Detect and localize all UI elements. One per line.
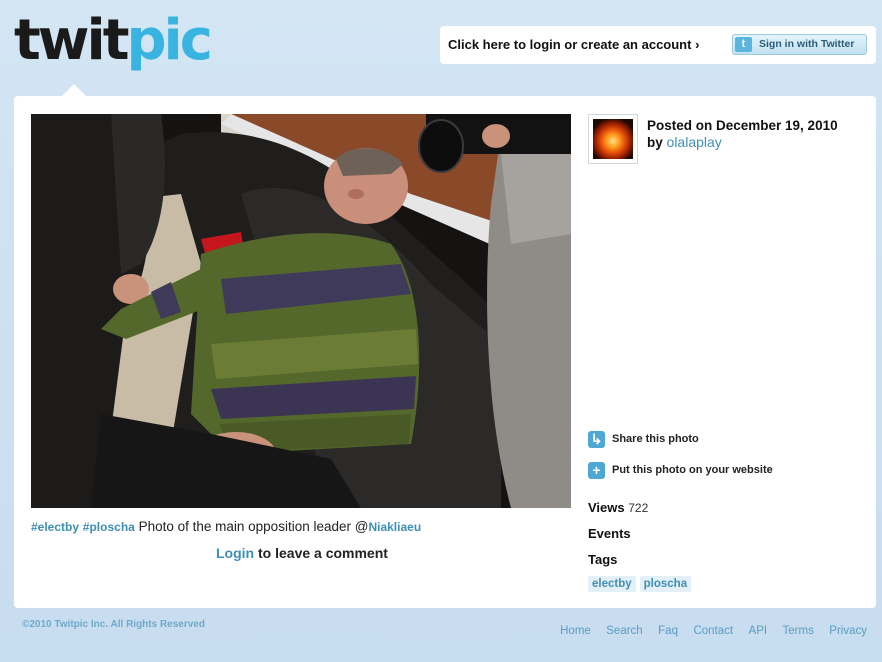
footer-link-faq[interactable]: Faq [658, 625, 678, 637]
main-photo[interactable] [31, 114, 571, 508]
footer-link-api[interactable]: API [749, 625, 768, 637]
avatar-image [593, 119, 633, 159]
comment-prompt: Login to leave a comment [216, 545, 388, 561]
footer-link-terms[interactable]: Terms [783, 625, 814, 637]
share-arrow-icon: ↳ [588, 431, 605, 448]
footer-link-privacy[interactable]: Privacy [829, 625, 867, 637]
twitpic-logo[interactable]: twitpic [14, 6, 224, 86]
posted-date: Posted on December 19, 2010 [647, 118, 838, 133]
tag-electby[interactable]: electby [588, 576, 636, 592]
tags-heading: Tags [588, 552, 618, 567]
post-meta: Posted on December 19, 2010 by olalaplay [647, 117, 838, 151]
embed-photo-label: Put this photo on your website [612, 464, 773, 476]
caption-mention-link[interactable]: Niakliaeu [368, 520, 421, 534]
caption-hashtag-electby[interactable]: #electby [31, 520, 79, 534]
logo-text-twit: twit [14, 8, 129, 73]
twitter-bird-icon: t [735, 37, 752, 52]
copyright-text: ©2010 Twitpic Inc. All Rights Reserved [22, 619, 205, 630]
caption-hashtag-ploscha[interactable]: #ploscha [83, 520, 135, 534]
footer-link-search[interactable]: Search [606, 625, 642, 637]
photo-caption: #electby #ploscha Photo of the main oppo… [31, 519, 421, 534]
by-label: by [647, 135, 663, 150]
logo-text-pic: pic [126, 8, 213, 73]
twitter-button-label: Sign in with Twitter [759, 38, 855, 50]
footer-nav: Home Search Faq Contact API Terms Privac… [549, 621, 867, 639]
caption-text: Photo of the main opposition leader @ [138, 519, 369, 534]
sign-in-with-twitter-button[interactable]: t Sign in with Twitter [732, 34, 867, 55]
events-heading: Events [588, 526, 631, 541]
views-count: 722 [628, 501, 649, 515]
views-label: Views [588, 500, 625, 515]
footer-link-contact[interactable]: Contact [693, 625, 733, 637]
tag-list: electby ploscha [588, 574, 695, 592]
user-avatar[interactable] [588, 114, 638, 164]
share-photo-label: Share this photo [612, 433, 699, 445]
tag-ploscha[interactable]: ploscha [639, 576, 692, 592]
main-panel: #electby #ploscha Photo of the main oppo… [14, 96, 876, 608]
login-create-account-link[interactable]: Click here to login or create an account… [448, 37, 699, 52]
footer-link-home[interactable]: Home [560, 625, 591, 637]
views-stat: Views 722 [588, 500, 648, 515]
comment-prompt-text: to leave a comment [254, 545, 388, 561]
plus-icon: + [588, 462, 605, 479]
comment-login-link[interactable]: Login [216, 545, 254, 561]
panel-notch [62, 84, 86, 96]
login-bar: Click here to login or create an account… [440, 26, 876, 64]
username-link[interactable]: olalaplay [667, 134, 722, 150]
